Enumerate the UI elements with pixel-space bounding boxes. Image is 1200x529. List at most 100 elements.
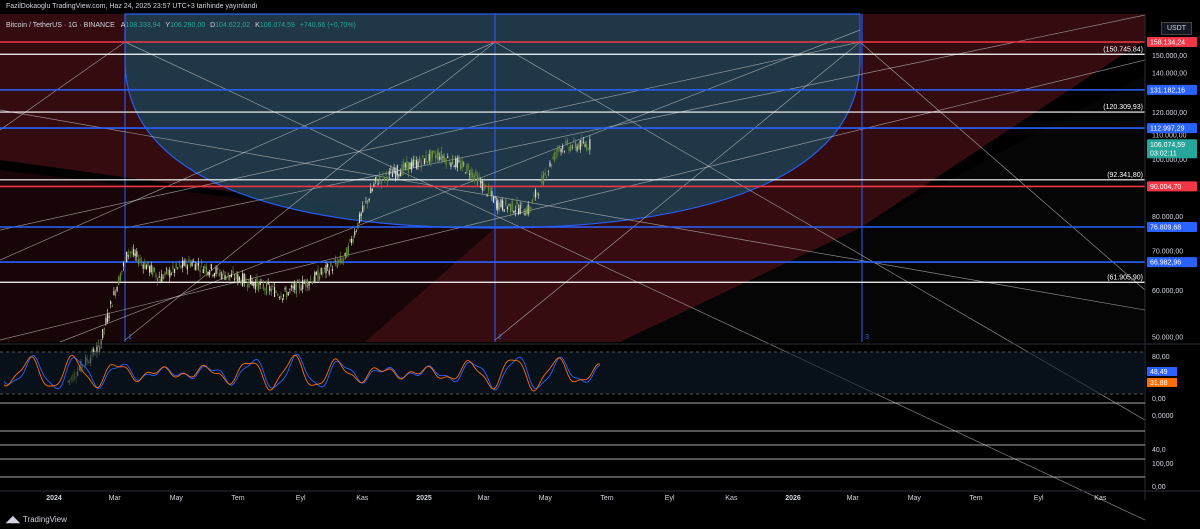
candle-body: [581, 139, 583, 146]
time-tick: May: [170, 495, 184, 502]
level-label: 76.809,68: [1150, 225, 1181, 232]
candle-body: [349, 239, 351, 242]
candle-body: [126, 251, 128, 263]
candle-body: [448, 162, 450, 164]
level-label: 90.004,70: [1150, 184, 1181, 191]
candle-body: [350, 238, 353, 244]
candle-body: [511, 200, 513, 212]
price-tick: 60.000,00: [1152, 288, 1183, 295]
candle-body: [157, 277, 159, 282]
candle-body: [582, 141, 585, 143]
symbol-title[interactable]: Bitcoin / TetherUS · 1G · BINANCE: [6, 22, 115, 29]
price-tick: 110.000,00: [1152, 132, 1187, 139]
candle-body: [414, 159, 416, 161]
candle-body: [560, 148, 562, 153]
candle-body: [134, 253, 136, 257]
candle-body: [250, 275, 252, 285]
candle-body: [557, 145, 559, 152]
candle-body: [362, 205, 364, 213]
candle-body: [265, 281, 268, 295]
time-tick: May: [539, 495, 553, 502]
candle-body: [355, 231, 357, 232]
currency-badge[interactable]: USDT: [1160, 22, 1192, 35]
candle-body: [451, 155, 454, 165]
price-tick: 150.000,00: [1152, 53, 1187, 60]
candle-body: [229, 275, 231, 277]
candle-body: [277, 294, 279, 296]
candle-body: [235, 272, 237, 279]
time-tick: Mar: [847, 495, 860, 502]
candle-body: [538, 194, 540, 196]
candle-body: [542, 172, 545, 185]
candle-body: [305, 279, 307, 287]
candle-body: [411, 161, 413, 170]
candle-body: [508, 204, 510, 205]
candle-body: [472, 172, 474, 178]
candle-body: [468, 173, 471, 175]
time-tick: 2025: [416, 495, 432, 502]
candle-body: [431, 150, 434, 158]
candle-body: [539, 180, 541, 182]
candle-body: [352, 238, 354, 242]
candle-body: [196, 262, 198, 270]
candle-body: [456, 158, 458, 168]
candle-body: [568, 147, 570, 152]
candle-body: [178, 263, 180, 265]
candle-body: [519, 205, 521, 214]
candle-body: [281, 298, 284, 300]
candle-body: [124, 258, 126, 260]
candle-body: [222, 270, 225, 272]
candle-body: [103, 327, 105, 330]
candle-body: [417, 161, 419, 168]
candle-body: [344, 252, 346, 256]
candle-body: [518, 208, 520, 215]
candle-body: [158, 276, 160, 278]
candle-body: [199, 269, 201, 273]
candle-body: [177, 267, 179, 269]
candle-body: [295, 281, 297, 295]
candle-body: [398, 174, 400, 177]
candle-body: [133, 248, 135, 256]
candle-body: [172, 265, 174, 270]
candle-body: [144, 262, 146, 269]
candle-body: [393, 167, 395, 174]
candle-body: [238, 276, 241, 281]
tradingview-logo-icon: ◢◣: [6, 514, 20, 524]
candle-body: [379, 176, 381, 180]
candle-body: [531, 200, 533, 204]
time-tick: Tem: [600, 495, 613, 502]
candle-body: [435, 155, 437, 159]
candle-body: [218, 273, 220, 276]
tradingview-logo[interactable]: ◢◣ TradingView: [6, 514, 67, 525]
time-tick: 2024: [46, 495, 62, 502]
candle-body: [234, 278, 236, 280]
candle-body: [254, 282, 256, 290]
candle-body: [347, 245, 349, 256]
chart-canvas[interactable]: 1 2 3150.000,00140.000,00120.000,00110.000…: [0, 0, 1200, 529]
candle-body: [524, 213, 526, 216]
candle-body: [139, 258, 141, 262]
candle-body: [497, 199, 499, 211]
tradingview-brand: TradingView: [22, 515, 67, 524]
candle-body: [401, 164, 403, 176]
candle-body: [201, 261, 203, 263]
candle-body: [270, 288, 272, 293]
candle-body: [189, 262, 192, 267]
candle-body: [503, 209, 505, 212]
candle-body: [450, 162, 452, 167]
candle-body: [484, 184, 487, 186]
candle-body: [478, 177, 480, 181]
candle-body: [173, 269, 176, 274]
candle-body: [558, 147, 561, 149]
candle-body: [510, 203, 512, 212]
candle-body: [505, 199, 507, 206]
candle-body: [142, 264, 144, 269]
candle-body: [430, 151, 432, 163]
candle-body: [481, 180, 483, 191]
level-label: (150.745,84): [1103, 46, 1143, 53]
candle-body: [447, 156, 449, 158]
candle-body: [136, 251, 138, 257]
time-tick: Eyl: [1034, 495, 1044, 502]
low-value: 104.622,02: [215, 22, 251, 29]
candle-body: [437, 151, 439, 160]
